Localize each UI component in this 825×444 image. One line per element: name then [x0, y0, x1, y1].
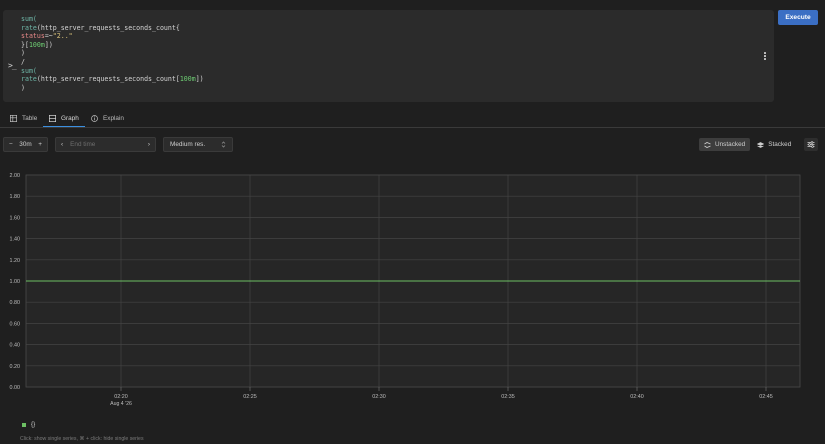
y-tick-label: 2.00 [10, 173, 21, 179]
stacked-label: Stacked [768, 141, 792, 148]
code-line: sum( [21, 67, 204, 76]
graph-icon [49, 114, 56, 122]
code-line: rate(http_server_requests_seconds_count[… [21, 75, 204, 84]
code-token: ]) [195, 75, 204, 84]
table-icon [10, 115, 17, 122]
code-token: 100m [28, 40, 45, 49]
tab-explain-label: Explain [103, 115, 124, 122]
code-token: "2.." [52, 32, 73, 41]
code-line: rate(http_server_requests_seconds_count{ [21, 24, 204, 33]
code-token: ]) [44, 40, 53, 49]
graph-settings-button[interactable] [804, 138, 818, 151]
code-token: }[ [21, 40, 29, 49]
tab-graph[interactable]: Graph [43, 110, 85, 127]
y-tick-label: 0.60 [10, 321, 21, 327]
end-time-prev-button[interactable]: ‹ [61, 141, 63, 148]
resolution-select[interactable]: Medium res. [163, 137, 233, 152]
execute-button[interactable]: Execute [778, 10, 818, 25]
tab-table[interactable]: Table [10, 110, 37, 127]
chart-legend[interactable]: {} [22, 421, 35, 428]
end-time-next-button[interactable]: › [148, 141, 150, 148]
time-series-chart[interactable]: 0.00 0.20 0.40 0.60 0.80 1.00 1.20 1.40 1.60 1.80… [0, 165, 825, 415]
stacked-icon [757, 141, 765, 148]
code-line: }[100m]) [21, 41, 204, 50]
code-line: status=~"2.." [21, 32, 204, 41]
code-token: ) [21, 83, 25, 92]
y-tick-label: 1.40 [10, 237, 21, 243]
unstacked-button[interactable]: Unstacked [699, 138, 751, 151]
resolution-value: Medium res. [170, 141, 206, 148]
code-token: (http_server_requests_seconds_count[ [36, 75, 180, 84]
code-token: 100m [179, 75, 196, 84]
legend-swatch [22, 422, 26, 427]
code-token: rate [21, 23, 37, 32]
x-tick-label: 02:40 [630, 394, 644, 400]
x-date-label: Aug 4 '26 [110, 401, 132, 407]
range-control: − 30m + [3, 137, 48, 152]
code-line: ) [21, 84, 204, 93]
more-options-icon[interactable] [763, 52, 767, 60]
x-tick-label: 02:25 [243, 394, 257, 400]
code-token: status [21, 32, 45, 41]
x-tick-label: 02:45 [759, 394, 773, 400]
range-decrease-button[interactable]: − [9, 141, 13, 148]
code-token: sum( [21, 66, 37, 75]
y-tick-label: 1.00 [10, 279, 21, 285]
range-value[interactable]: 30m [19, 141, 31, 148]
code-token: (http_server_requests_seconds_count{ [36, 23, 180, 32]
tab-table-label: Table [22, 115, 38, 122]
x-tick-label: 02:35 [501, 394, 515, 400]
legend-hint: Click: show single series, ⌘ + click: hi… [20, 436, 144, 442]
code-token: =~ [44, 32, 53, 41]
query-editor[interactable]: >_ sum(rate(http_server_requests_seconds… [3, 10, 774, 102]
x-tick-label: 02:20 [114, 394, 128, 400]
y-tick-label: 0.20 [10, 364, 21, 370]
stacking-toggle: Unstacked Stacked [699, 138, 796, 151]
sliders-icon [807, 141, 815, 148]
code-token: / [21, 57, 25, 66]
y-tick-label: 1.20 [10, 258, 21, 264]
end-time-input[interactable]: End time [70, 141, 148, 148]
y-tick-label: 0.80 [10, 300, 21, 306]
stacked-button[interactable]: Stacked [752, 138, 796, 151]
x-tick-label: 02:30 [372, 394, 386, 400]
y-tick-label: 1.60 [10, 215, 21, 221]
code-line: sum( [21, 15, 204, 24]
result-tabs: Table Graph Explain [0, 110, 825, 128]
terminal-prompt-icon: >_ [8, 61, 17, 70]
tab-explain[interactable]: Explain [91, 110, 124, 127]
end-time-control: ‹ End time › [55, 137, 156, 152]
y-tick-label: 1.80 [10, 194, 21, 200]
code-token: rate [21, 75, 37, 84]
y-tick-label: 0.00 [10, 385, 21, 391]
info-icon [91, 115, 98, 122]
code-line: ) [21, 49, 204, 58]
legend-label: {} [31, 421, 36, 428]
unstacked-icon [704, 141, 711, 148]
code-token: sum( [21, 15, 37, 23]
query-code[interactable]: sum(rate(http_server_requests_seconds_co… [21, 15, 204, 92]
y-tick-label: 0.40 [10, 343, 21, 349]
range-increase-button[interactable]: + [38, 141, 42, 148]
code-line: / [21, 58, 204, 67]
select-chevron-icon [221, 141, 226, 148]
unstacked-label: Unstacked [715, 141, 746, 148]
tab-graph-label: Graph [61, 114, 79, 122]
code-token: ) [21, 49, 25, 58]
